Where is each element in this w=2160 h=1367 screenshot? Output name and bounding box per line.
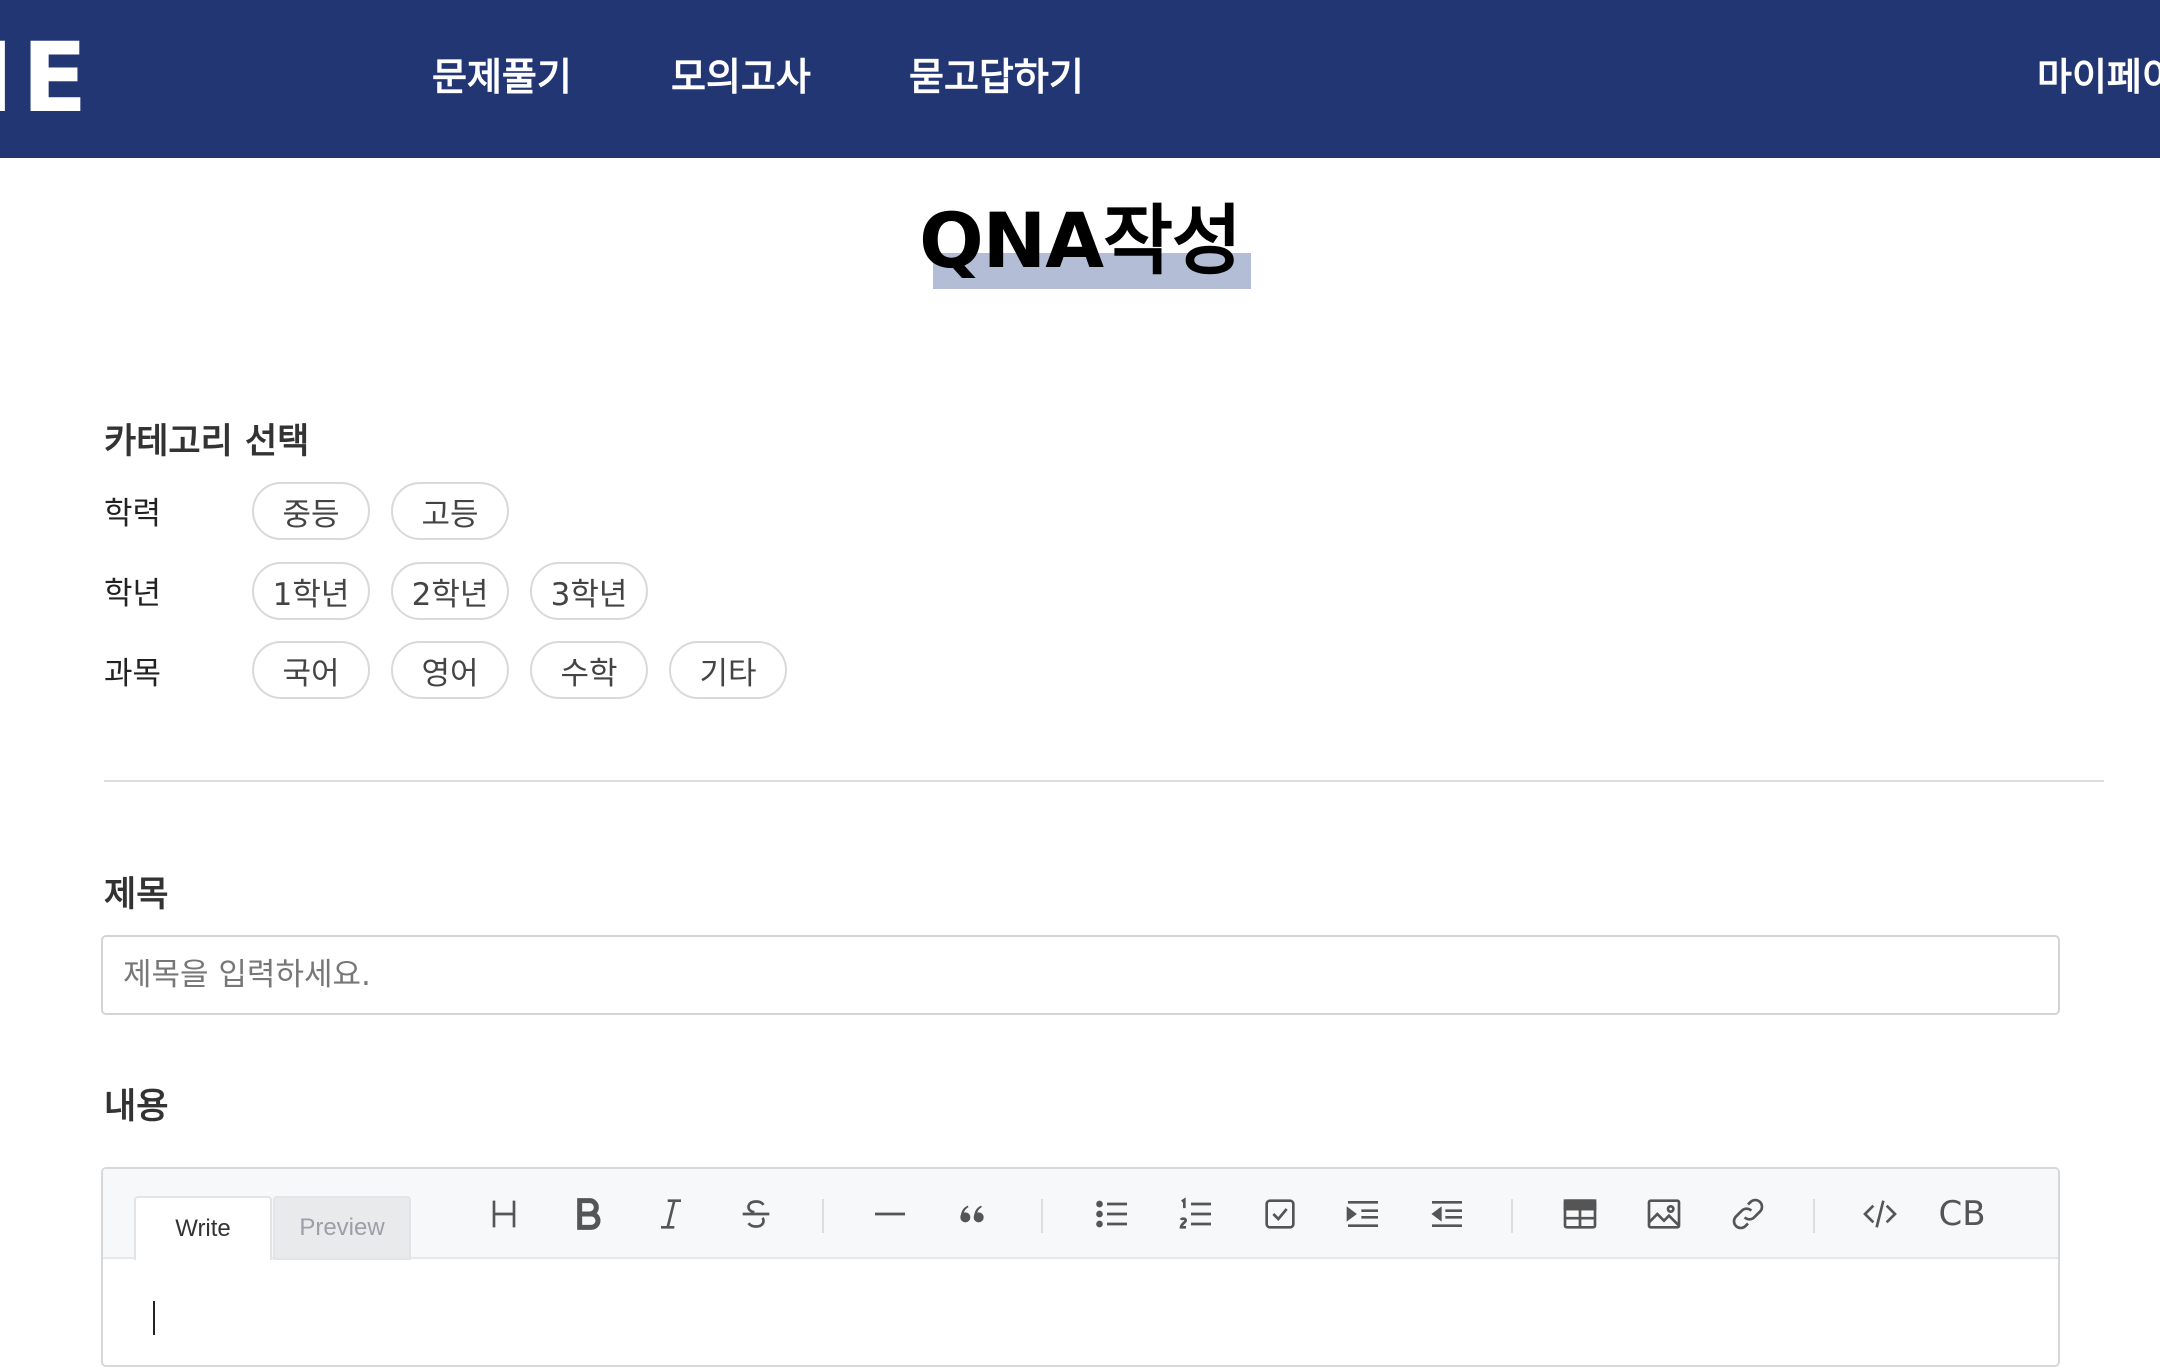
table-icon[interactable] bbox=[1553, 1187, 1607, 1241]
bullet-list-icon[interactable] bbox=[1085, 1187, 1139, 1241]
nav-solve-problems[interactable]: 문제풀기 bbox=[432, 52, 572, 102]
nav-mock-exam[interactable]: 모의고사 bbox=[671, 52, 811, 102]
chip-high-school[interactable]: 고등 bbox=[391, 482, 509, 540]
markdown-editor: Write Preview CB bbox=[101, 1167, 2060, 1367]
strikethrough-icon[interactable] bbox=[729, 1187, 783, 1241]
page-title: QNA작성 bbox=[919, 196, 1242, 285]
chip-grade-2[interactable]: 2학년 bbox=[391, 562, 509, 620]
indent-icon[interactable] bbox=[1336, 1187, 1390, 1241]
tab-preview[interactable]: Preview bbox=[273, 1196, 411, 1260]
image-icon[interactable] bbox=[1637, 1187, 1691, 1241]
italic-icon[interactable] bbox=[644, 1187, 698, 1241]
chip-other[interactable]: 기타 bbox=[669, 641, 787, 699]
link-icon[interactable] bbox=[1721, 1187, 1775, 1241]
chip-middle-school[interactable]: 중등 bbox=[252, 482, 370, 540]
chip-grade-1[interactable]: 1학년 bbox=[252, 562, 370, 620]
section-divider bbox=[104, 780, 2104, 782]
toolbar-separator bbox=[822, 1199, 824, 1233]
grade-options: 1학년 2학년 3학년 bbox=[252, 562, 648, 620]
tab-write[interactable]: Write bbox=[134, 1196, 272, 1260]
code-block-icon[interactable]: CB bbox=[1935, 1187, 1989, 1241]
toolbar-separator bbox=[1041, 1199, 1043, 1233]
grade-label: 학년 bbox=[104, 576, 162, 612]
chip-grade-3[interactable]: 3학년 bbox=[530, 562, 648, 620]
task-list-icon[interactable] bbox=[1253, 1187, 1307, 1241]
toolbar-separator bbox=[1813, 1199, 1815, 1233]
nav-qna[interactable]: 묻고답하기 bbox=[909, 52, 1084, 102]
subject-options: 국어 영어 수학 기타 bbox=[252, 641, 787, 699]
chip-math[interactable]: 수학 bbox=[530, 641, 648, 699]
code-icon[interactable] bbox=[1853, 1187, 1907, 1241]
nav-mypage[interactable]: 마이페이 bbox=[2037, 52, 2160, 102]
subject-label: 과목 bbox=[104, 656, 162, 692]
content-field-label: 내용 bbox=[104, 1087, 169, 1127]
chip-korean[interactable]: 국어 bbox=[252, 641, 370, 699]
horizontal-rule-icon[interactable] bbox=[863, 1187, 917, 1241]
heading-icon[interactable] bbox=[477, 1187, 531, 1241]
logo[interactable]: IE bbox=[0, 30, 95, 126]
title-input[interactable] bbox=[101, 935, 2060, 1015]
outdent-icon[interactable] bbox=[1420, 1187, 1474, 1241]
top-navigation-bar: IE 문제풀기 모의고사 묻고답하기 마이페이 bbox=[0, 0, 2160, 158]
education-level-label: 학력 bbox=[104, 496, 162, 532]
bold-icon[interactable] bbox=[561, 1187, 615, 1241]
title-field-label: 제목 bbox=[104, 875, 169, 915]
toolbar-separator bbox=[1511, 1199, 1513, 1233]
category-heading: 카테고리 선택 bbox=[104, 422, 310, 462]
education-level-options: 중등 고등 bbox=[252, 482, 509, 540]
chip-english[interactable]: 영어 bbox=[391, 641, 509, 699]
numbered-list-icon[interactable] bbox=[1169, 1187, 1223, 1241]
editor-toolbar: Write Preview CB bbox=[103, 1169, 2058, 1260]
text-caret bbox=[153, 1301, 155, 1335]
quote-icon[interactable] bbox=[945, 1187, 999, 1241]
